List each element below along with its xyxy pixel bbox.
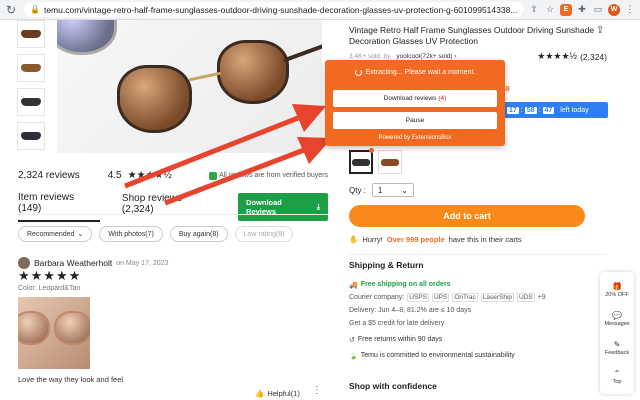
browser-toolbar: ↻ 🔒 temu.com/vintage-retro-half-frame-su… xyxy=(0,0,640,20)
review-stars: ★★★★★ xyxy=(18,268,82,283)
tab-shop-reviews[interactable]: Shop reviews (2,324) xyxy=(122,193,216,221)
product-title: Vintage Retro Half Frame Sunglasses Outd… xyxy=(349,25,595,47)
more-options-icon[interactable]: ⋮ xyxy=(312,385,322,396)
review-summary: 2,324 reviews 4.5 ★★★★½ All reviews are … xyxy=(18,170,328,181)
download-reviews-button[interactable]: Download Reviews ⤓ xyxy=(238,193,329,221)
sort-dropdown[interactable]: Recommended ⌄ xyxy=(18,226,93,242)
pause-button[interactable]: Pause xyxy=(333,112,497,129)
coupon-icon: 🎁 xyxy=(612,281,622,291)
thumbnail-list xyxy=(17,20,47,156)
product-hero-image[interactable] xyxy=(57,20,322,153)
return-icon: ↺ xyxy=(349,336,355,344)
review-tabs: Item reviews (149) Shop reviews (2,324) … xyxy=(18,192,329,222)
review-text: Love the way they look and feel xyxy=(18,375,124,384)
popup-footer: Powered by ExtensionsBox xyxy=(378,135,452,141)
feedback-button[interactable]: ✎ Feedback xyxy=(600,333,634,362)
deal-countdown: 17: 58: 47 left today xyxy=(502,102,608,118)
share-page-icon[interactable]: ⇧ xyxy=(528,4,540,16)
shop-with-confidence: Shop with confidence xyxy=(349,381,437,391)
top-button[interactable]: ⌃ Top xyxy=(600,362,634,391)
bookmark-star-icon[interactable]: ☆ xyxy=(544,4,556,16)
verified-note: All reviews are from verified buyers xyxy=(209,171,328,180)
shipping-details: 🚚 Free shipping on all orders Courier com… xyxy=(349,281,546,360)
menu-dots-icon[interactable]: ⋮ xyxy=(624,4,636,16)
filter-low-rating[interactable]: Low rating(8) xyxy=(234,226,294,242)
address-bar[interactable]: 🔒 temu.com/vintage-retro-half-frame-sung… xyxy=(24,2,524,17)
product-rating[interactable]: ★★★★½ (2,324) xyxy=(537,51,607,62)
feedback-icon: ✎ xyxy=(613,339,621,349)
free-shipping: Free shipping on all orders xyxy=(360,281,451,288)
thumbnail-2[interactable] xyxy=(17,54,45,82)
shipping-heading: Shipping & Return xyxy=(349,260,424,270)
carrier-ups: UPS xyxy=(431,293,450,302)
divider xyxy=(349,254,607,255)
review-variant: Color: Leopard&Tan xyxy=(18,285,81,292)
carrier-uds: UDS xyxy=(517,293,535,302)
chevron-down-icon: ⌄ xyxy=(401,185,408,195)
color-swatch-2[interactable] xyxy=(378,150,402,174)
sustainability: Temu is committed to environmental susta… xyxy=(360,352,515,359)
seller-link[interactable]: yoolcool(72k+ sold) › xyxy=(396,53,456,60)
thumbnail-3[interactable] xyxy=(17,88,45,116)
filter-buy-again[interactable]: Buy again(8) xyxy=(169,226,228,242)
shield-check-icon xyxy=(209,171,218,180)
carrier-usps: USPS xyxy=(407,293,429,302)
sidepanel-icon[interactable]: ▭ xyxy=(592,4,604,16)
popup-status: Extracting... Please wait a moment. xyxy=(325,69,505,76)
review-date: on May 17, 2023 xyxy=(116,259,169,267)
hand-icon: ✋ xyxy=(349,235,359,244)
discount-button[interactable]: 🎁 20% OFF xyxy=(600,275,634,304)
share-icon[interactable]: ⇪ xyxy=(596,25,604,36)
free-returns: Free returns within 90 days xyxy=(357,336,443,343)
url-text: temu.com/vintage-retro-half-frame-sungla… xyxy=(43,4,518,15)
rating-value: 4.5 xyxy=(107,170,122,181)
chevron-down-icon: ⌄ xyxy=(77,231,84,238)
review-count: 2,324 reviews xyxy=(18,170,80,181)
chat-icon: 💬 xyxy=(612,310,622,320)
helpful-button[interactable]: 👍 Helpful(1) xyxy=(255,389,300,398)
extension-popup: Extracting... Please wait a moment. Down… xyxy=(325,60,505,146)
thumbnail-4[interactable] xyxy=(17,122,45,150)
late-credit: Get a $5 credit for late delivery xyxy=(349,320,445,327)
review-filters: Recommended ⌄ With photos(7) Buy again(8… xyxy=(18,226,294,242)
hurry-note: ✋ Hurry! Over 999 people have this in th… xyxy=(349,235,522,244)
reload-icon[interactable]: ↻ xyxy=(4,3,18,17)
tab-item-reviews[interactable]: Item reviews (149) xyxy=(18,192,100,222)
review-photo[interactable] xyxy=(18,297,90,369)
floating-sidebar: 🎁 20% OFF 💬 Messages ✎ Feedback ⌃ Top xyxy=(600,272,634,394)
carriers-more[interactable]: +9 xyxy=(538,294,546,301)
divider xyxy=(18,214,328,215)
leaf-icon: 🍃 xyxy=(349,352,358,360)
messages-button[interactable]: 💬 Messages xyxy=(600,304,634,333)
color-swatch-1[interactable] xyxy=(349,148,374,174)
lock-icon: 🔒 xyxy=(30,5,40,14)
add-to-cart-button[interactable]: Add to cart xyxy=(349,205,585,227)
hot-badge-icon xyxy=(369,148,374,153)
qty-label: Qty : xyxy=(349,185,366,195)
rating-stars: ★★★★½ xyxy=(127,170,172,181)
download-reviews-popup-button[interactable]: Download reviews (4) xyxy=(333,90,497,107)
carrier-lasership: LaserShip xyxy=(480,293,515,302)
truck-icon: 🚚 xyxy=(349,281,358,289)
thumbnail-1[interactable] xyxy=(17,20,45,48)
quantity-select[interactable]: 1 ⌄ xyxy=(371,183,414,197)
delivery-estimate: Delivery: Jun 4–8, 81.2% are ≤ 10 days xyxy=(349,307,472,314)
profile-avatar[interactable]: W xyxy=(608,3,620,16)
extensions-puzzle-icon[interactable]: ✚ xyxy=(576,4,588,16)
thumbs-up-icon: 👍 xyxy=(255,389,265,398)
quantity-row: Qty : 1 ⌄ xyxy=(349,183,414,197)
arrow-up-icon: ⌃ xyxy=(613,368,621,378)
carrier-ontrac: OnTrac xyxy=(452,293,478,302)
download-icon: ⤓ xyxy=(316,202,321,211)
spinner-icon xyxy=(354,69,362,76)
reviewer-name: Barbara Weatherholt xyxy=(34,258,113,268)
filter-with-photos[interactable]: With photos(7) xyxy=(99,226,163,242)
extensionsbox-icon[interactable]: E xyxy=(560,3,572,16)
